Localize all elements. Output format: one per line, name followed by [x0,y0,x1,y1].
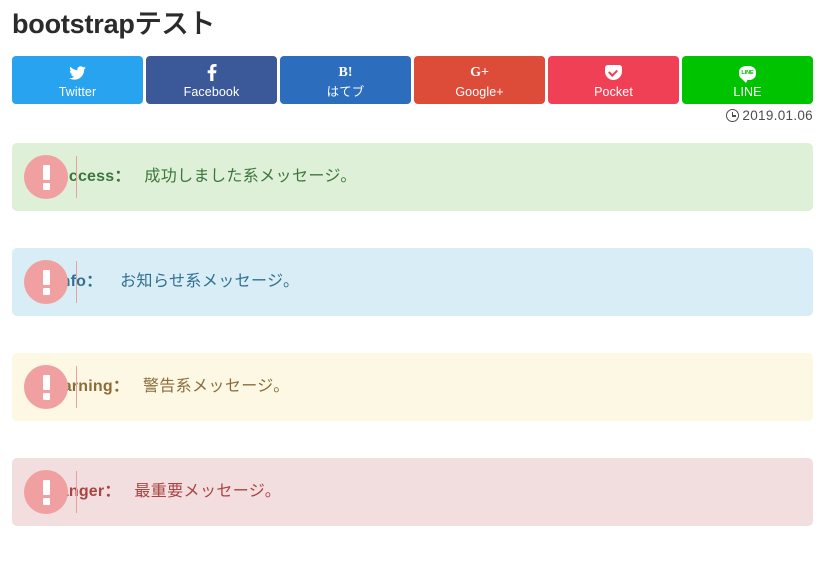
alert-message: 警告系メッセージ。 [142,378,290,395]
alert-text: Danger：最重要メッセージ。 [48,481,281,503]
alert-divider [76,156,77,198]
share-button-google-plus[interactable]: G+ Google+ [414,56,545,104]
twitter-bird-icon [69,64,86,82]
hatena-b-icon: B! [338,64,353,80]
google-plus-icon: G+ [470,64,489,80]
share-button-twitter[interactable]: Twitter [12,56,143,104]
alert-divider [76,471,77,513]
alert-message: 最重要メッセージ。 [134,483,282,500]
alert-text: Success： 成功しました系メッセージ。 [48,166,357,188]
social-share-bar: Twitter Facebook B! はてブ G+ Google+ Pocke… [12,56,813,104]
exclamation-circle-icon [24,365,68,409]
share-button-label: Google+ [455,84,504,99]
alert-colon: ： [86,273,103,290]
line-chat-icon: LINE [739,64,756,83]
alert-text: Warning： 警告系メッセージ。 [48,376,290,398]
exclamation-circle-icon [24,470,68,514]
alert-text: Info： お知らせ系メッセージ。 [56,271,299,293]
share-button-hatena[interactable]: B! はてブ [280,56,411,104]
post-date: 2019.01.06 [726,108,813,123]
share-button-facebook[interactable]: Facebook [146,56,277,104]
alert-success: Success： 成功しました系メッセージ。 [12,143,813,211]
alert-info: Info： お知らせ系メッセージ。 [12,248,813,316]
share-button-label: Pocket [594,84,633,99]
share-button-label: はてブ [326,84,365,99]
share-button-label: Facebook [183,84,240,99]
exclamation-circle-icon [24,155,68,199]
alert-colon: ： [114,168,131,185]
page-root: bootstrapテスト Twitter Facebook B! はてブ G+ [0,0,825,567]
share-button-pocket[interactable]: Pocket [548,56,679,104]
post-date-text: 2019.01.06 [742,108,813,123]
alert-message: 成功しました系メッセージ。 [144,168,357,185]
alert-danger: Danger：最重要メッセージ。 [12,458,813,526]
facebook-f-icon [207,64,217,82]
alert-message: お知らせ系メッセージ。 [120,273,300,290]
clock-icon [726,109,740,122]
alert-divider [76,261,77,303]
share-button-line[interactable]: LINE LINE [682,56,813,104]
page-title: bootstrapテスト [12,9,216,39]
share-button-label: LINE [733,84,762,99]
alert-colon: ： [104,483,121,500]
alert-divider [76,366,77,408]
alert-colon: ： [112,378,129,395]
exclamation-circle-icon [24,260,68,304]
share-button-label: Twitter [58,84,97,99]
pocket-icon [605,64,622,82]
alert-warning: Warning： 警告系メッセージ。 [12,353,813,421]
